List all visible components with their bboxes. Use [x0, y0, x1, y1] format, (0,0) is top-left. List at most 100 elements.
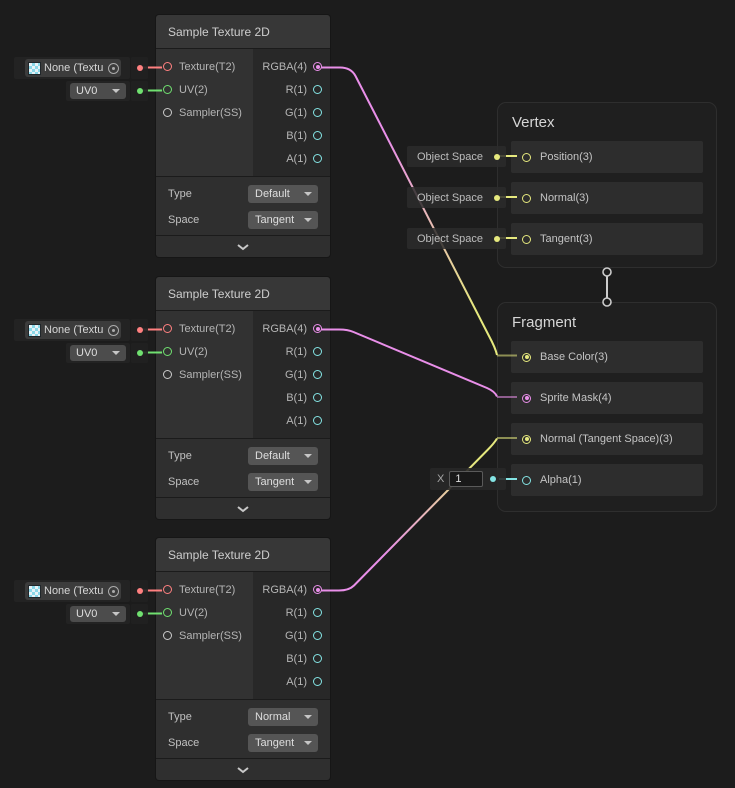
position-port[interactable] — [522, 153, 531, 162]
sampler-input-port[interactable] — [163, 631, 172, 640]
type-dropdown[interactable]: Default — [248, 185, 318, 203]
texture-input-port[interactable] — [163, 62, 172, 71]
port-label: B(1) — [286, 653, 307, 665]
normal-tangent-space-port[interactable] — [522, 435, 531, 444]
alpha-default-widget[interactable]: X — [430, 468, 506, 490]
space-dropdown[interactable]: Tangent — [248, 211, 318, 229]
object-field-value: None (Textu — [44, 324, 108, 336]
collapse-chevron-icon — [236, 243, 250, 251]
normal-port[interactable] — [522, 194, 531, 203]
port-row-rgba: RGBA(4) — [253, 317, 330, 340]
uv-input-port[interactable] — [163, 608, 172, 617]
g-output-port[interactable] — [313, 108, 322, 117]
r-output-port[interactable] — [313, 85, 322, 94]
type-dropdown[interactable]: Default — [248, 447, 318, 465]
object-field[interactable]: None (Textu — [25, 59, 121, 77]
rgba-output-port[interactable] — [313, 585, 322, 594]
texture-object-field-2[interactable]: None (Textu — [14, 319, 130, 341]
dropdown-arrow-icon — [304, 480, 312, 484]
edge-rgba3-to-normal[interactable] — [321, 439, 497, 591]
texture-port-dot-box-3 — [131, 580, 148, 602]
r-output-port[interactable] — [313, 608, 322, 617]
texture-default-dot — [137, 65, 143, 71]
uv-input-port[interactable] — [163, 85, 172, 94]
uv-channel-widget-2[interactable]: UV0 — [66, 343, 130, 363]
texture-default-dot — [137, 327, 143, 333]
shader-graph-canvas[interactable]: Sample Texture 2D Texture(T2) UV(2) Samp… — [0, 0, 735, 788]
b-output-port[interactable] — [313, 654, 322, 663]
port-label: G(1) — [285, 369, 307, 381]
alpha-x-input[interactable] — [449, 471, 483, 487]
a-output-port[interactable] — [313, 416, 322, 425]
port-label: Sampler(SS) — [179, 107, 242, 119]
vertex-row-normal: Normal(3) — [511, 182, 703, 214]
node-controls: Type Default Space Tangent — [156, 439, 330, 498]
vertex-row-tangent: Tangent(3) — [511, 223, 703, 255]
dropdown-arrow-icon — [304, 715, 312, 719]
sample-texture-2d-node-1[interactable]: Sample Texture 2D Texture(T2) UV(2) Samp… — [156, 15, 330, 257]
a-output-port[interactable] — [313, 677, 322, 686]
edge-rgba2-to-spritemask[interactable] — [321, 330, 497, 397]
port-row-uv: UV(2) — [156, 601, 253, 624]
binding-dot — [494, 195, 500, 201]
uv-channel-dropdown[interactable]: UV0 — [70, 83, 126, 99]
edge-rgba1-to-basecolor[interactable] — [321, 68, 497, 356]
space-dropdown[interactable]: Tangent — [248, 734, 318, 752]
uv-channel-widget-3[interactable]: UV0 — [66, 604, 130, 624]
normal-binding-badge: Object Space — [407, 187, 506, 208]
binding-label: Object Space — [417, 192, 483, 204]
g-output-port[interactable] — [313, 370, 322, 379]
node-controls: Type Normal Space Tangent — [156, 700, 330, 759]
a-output-port[interactable] — [313, 154, 322, 163]
sprite-mask-port[interactable] — [522, 394, 531, 403]
uv-channel-dropdown[interactable]: UV0 — [70, 606, 126, 622]
base-color-port[interactable] — [522, 353, 531, 362]
type-dropdown[interactable]: Normal — [248, 708, 318, 726]
vertex-link-handle[interactable] — [603, 268, 611, 276]
collapse-footer[interactable] — [156, 236, 330, 257]
object-field-value: None (Textu — [44, 585, 108, 597]
uv-channel-dropdown[interactable]: UV0 — [70, 345, 126, 361]
texture-object-field-3[interactable]: None (Textu — [14, 580, 130, 602]
object-field[interactable]: None (Textu — [25, 582, 121, 600]
texture-input-port[interactable] — [163, 324, 172, 333]
port-label: UV(2) — [179, 84, 208, 96]
space-label: Space — [168, 476, 199, 488]
sample-texture-2d-node-3[interactable]: Sample Texture 2D Texture(T2) UV(2) Samp… — [156, 538, 330, 780]
texture-input-port[interactable] — [163, 585, 172, 594]
port-row-uv: UV(2) — [156, 340, 253, 363]
r-output-port[interactable] — [313, 347, 322, 356]
type-label: Type — [168, 450, 192, 462]
b-output-port[interactable] — [313, 393, 322, 402]
sample-texture-2d-node-2[interactable]: Sample Texture 2D Texture(T2) UV(2) Samp… — [156, 277, 330, 519]
port-label: A(1) — [286, 676, 307, 688]
port-label: Sampler(SS) — [179, 369, 242, 381]
port-label: R(1) — [286, 84, 307, 96]
port-label: Position(3) — [540, 151, 593, 163]
port-label: Tangent(3) — [540, 233, 593, 245]
node-title: Sample Texture 2D — [156, 277, 330, 311]
object-picker-icon[interactable] — [108, 325, 119, 336]
g-output-port[interactable] — [313, 631, 322, 640]
vertex-context-node[interactable]: Vertex Position(3) Normal(3) Tangent(3) — [497, 102, 717, 268]
rgba-output-port[interactable] — [313, 62, 322, 71]
sampler-input-port[interactable] — [163, 108, 172, 117]
sampler-input-port[interactable] — [163, 370, 172, 379]
uv-channel-widget-1[interactable]: UV0 — [66, 81, 130, 101]
b-output-port[interactable] — [313, 131, 322, 140]
object-picker-icon[interactable] — [108, 63, 119, 74]
binding-dot — [494, 236, 500, 242]
fragment-context-node[interactable]: Fragment Base Color(3) Sprite Mask(4) No… — [497, 302, 717, 512]
texture-object-field-1[interactable]: None (Textu — [14, 57, 130, 79]
space-value: Tangent — [255, 476, 294, 488]
tangent-port[interactable] — [522, 235, 531, 244]
alpha-port[interactable] — [522, 476, 531, 485]
collapse-footer[interactable] — [156, 498, 330, 519]
space-label: Space — [168, 214, 199, 226]
collapse-footer[interactable] — [156, 759, 330, 780]
rgba-output-port[interactable] — [313, 324, 322, 333]
space-dropdown[interactable]: Tangent — [248, 473, 318, 491]
object-field[interactable]: None (Textu — [25, 321, 121, 339]
object-picker-icon[interactable] — [108, 586, 119, 597]
uv-input-port[interactable] — [163, 347, 172, 356]
